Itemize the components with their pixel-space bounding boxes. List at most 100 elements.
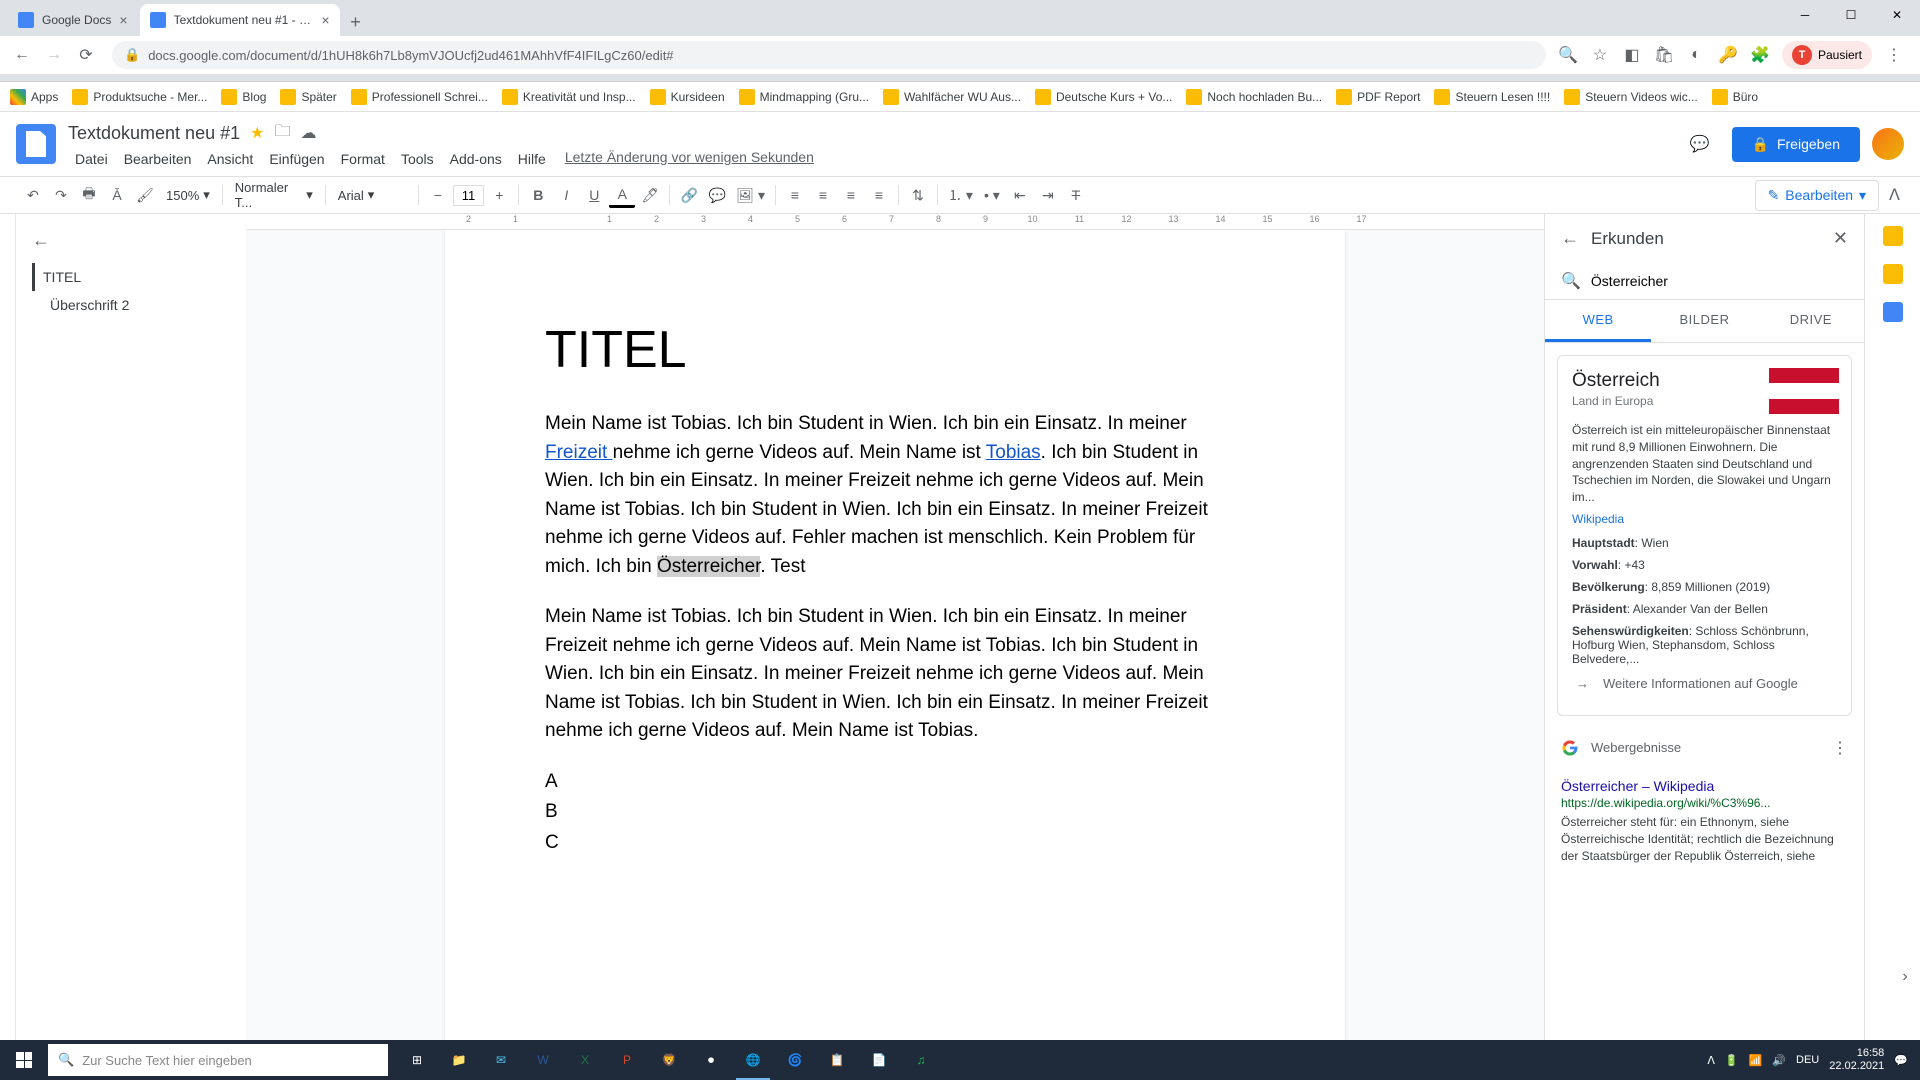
share-button[interactable]: 🔒 Freigeben [1732, 127, 1860, 162]
bookmark-item[interactable]: Steuern Lesen !!!! [1434, 89, 1550, 105]
extension-icon[interactable]: 🛍 [1654, 45, 1674, 65]
paragraph[interactable]: Mein Name ist Tobias. Ich bin Student in… [545, 410, 1245, 581]
clock[interactable]: 16:58 22.02.2021 [1829, 1047, 1884, 1073]
bookmark-item[interactable]: PDF Report [1336, 89, 1420, 105]
paragraph[interactable]: Mein Name ist Tobias. Ich bin Student in… [545, 603, 1245, 746]
obs-icon[interactable]: ⏺ [690, 1040, 732, 1080]
list-item[interactable]: B [545, 798, 1245, 827]
decrease-indent-button[interactable]: ⇤ [1007, 182, 1033, 208]
tab-images[interactable]: BILDER [1651, 300, 1757, 342]
powerpoint-icon[interactable]: P [606, 1040, 648, 1080]
explore-close-button[interactable]: ✕ [1833, 228, 1848, 249]
bookmark-item[interactable]: Noch hochladen Bu... [1186, 89, 1322, 105]
last-edit-text[interactable]: Letzte Änderung vor wenigen Sekunden [565, 149, 814, 169]
browser-tab[interactable]: Google Docs × [8, 4, 138, 36]
new-tab-button[interactable]: + [342, 8, 370, 36]
volume-icon[interactable]: 🔊 [1772, 1054, 1786, 1067]
zoom-select[interactable]: 150% ▾ [160, 187, 216, 203]
extension-icon[interactable]: ◧ [1622, 45, 1642, 65]
app-icon[interactable]: 🦁 [648, 1040, 690, 1080]
calendar-app-icon[interactable] [1883, 226, 1903, 246]
excel-icon[interactable]: X [564, 1040, 606, 1080]
more-info-link[interactable]: → Weitere Informationen auf Google [1572, 666, 1837, 701]
windows-search-input[interactable]: 🔍 Zur Suche Text hier eingeben [48, 1044, 388, 1076]
reload-button[interactable]: ⟳ [72, 41, 100, 69]
print-button[interactable]: 🖶 [76, 182, 102, 208]
search-result[interactable]: Österreicher – Wikipedia https://de.wiki… [1557, 768, 1852, 874]
font-size-increase[interactable]: + [486, 182, 512, 208]
bookmark-item[interactable]: Produktsuche - Mer... [72, 89, 207, 105]
tab-web[interactable]: WEB [1545, 300, 1651, 342]
style-select[interactable]: Normaler T... ▾ [229, 180, 319, 210]
bookmark-item[interactable]: Deutsche Kurs + Vo... [1035, 89, 1172, 105]
underline-button[interactable]: U [581, 182, 607, 208]
add-app-button[interactable]: + [1886, 340, 1900, 354]
text-color-button[interactable]: A [609, 182, 635, 208]
align-right-button[interactable]: ≡ [838, 182, 864, 208]
redo-button[interactable]: ↷ [48, 182, 74, 208]
url-input[interactable]: 🔒 docs.google.com/document/d/1hUH8k6h7Lb… [112, 41, 1546, 69]
user-avatar[interactable] [1872, 128, 1904, 160]
menu-addons[interactable]: Add-ons [443, 149, 509, 169]
bookmark-item[interactable]: Kursideen [650, 89, 725, 105]
forward-button[interactable]: → [40, 41, 68, 69]
undo-button[interactable]: ↶ [20, 182, 46, 208]
menu-edit[interactable]: Bearbeiten [117, 149, 199, 169]
italic-button[interactable]: I [553, 182, 579, 208]
battery-icon[interactable]: 🔋 [1725, 1054, 1739, 1067]
task-view-button[interactable]: ⊞ [396, 1040, 438, 1080]
mail-icon[interactable]: ✉ [480, 1040, 522, 1080]
collapse-toolbar-button[interactable]: ᐱ [1889, 185, 1900, 205]
language-indicator[interactable]: DEU [1796, 1054, 1819, 1066]
bookmark-item[interactable]: Blog [221, 89, 266, 105]
bookmark-item[interactable]: Mindmapping (Gru... [739, 89, 869, 105]
edge-icon[interactable]: 🌀 [774, 1040, 816, 1080]
word-icon[interactable]: W [522, 1040, 564, 1080]
profile-badge[interactable]: T Pausiert [1782, 41, 1872, 69]
close-window-button[interactable]: ✕ [1874, 0, 1920, 30]
bookmark-item[interactable]: Büro [1712, 89, 1758, 105]
numbered-list-button[interactable]: ⒈ ▾ [944, 182, 977, 208]
menu-view[interactable]: Ansicht [200, 149, 260, 169]
menu-tools[interactable]: Tools [394, 149, 441, 169]
docs-logo[interactable] [16, 124, 56, 164]
browser-tab-active[interactable]: Textdokument neu #1 - Google × [140, 4, 340, 36]
more-menu-icon[interactable]: ⋮ [1832, 738, 1848, 758]
minimize-button[interactable]: ─ [1782, 0, 1828, 30]
extensions-button[interactable]: 🧩 [1750, 45, 1770, 65]
notifications-icon[interactable]: 💬 [1894, 1054, 1908, 1067]
menu-insert[interactable]: Einfügen [262, 149, 331, 169]
side-expand-button[interactable]: › [1890, 962, 1920, 992]
font-size-decrease[interactable]: − [425, 182, 451, 208]
bullet-list-button[interactable]: • ▾ [979, 182, 1005, 208]
cloud-icon[interactable]: ☁ [300, 123, 316, 143]
highlight-button[interactable]: 🖊 [637, 182, 663, 208]
spellcheck-button[interactable]: Ǎ [104, 182, 130, 208]
document-title[interactable]: Textdokument neu #1 [68, 123, 240, 144]
align-justify-button[interactable]: ≡ [866, 182, 892, 208]
bookmark-apps[interactable]: Apps [10, 89, 58, 105]
explore-back-button[interactable]: ← [1561, 228, 1579, 249]
document-canvas[interactable]: 2 1 1 2 3 4 5 6 7 8 9 10 11 12 13 14 15 … [246, 214, 1544, 1040]
tab-drive[interactable]: DRIVE [1758, 300, 1864, 342]
app-icon[interactable]: 📄 [858, 1040, 900, 1080]
horizontal-ruler[interactable]: 2 1 1 2 3 4 5 6 7 8 9 10 11 12 13 14 15 … [246, 214, 1544, 230]
list-item[interactable]: C [545, 829, 1245, 858]
outline-back-button[interactable]: ← [32, 230, 230, 251]
outline-item[interactable]: TITEL [32, 263, 230, 291]
start-button[interactable] [0, 1040, 48, 1080]
comments-button[interactable]: 💬 [1680, 124, 1720, 164]
bold-button[interactable]: B [525, 182, 551, 208]
document-heading[interactable]: TITEL [545, 320, 1245, 380]
explore-search-input[interactable] [1591, 273, 1848, 289]
back-button[interactable]: ← [8, 41, 36, 69]
menu-help[interactable]: Hilfe [511, 149, 553, 169]
app-icon[interactable]: 📋 [816, 1040, 858, 1080]
outline-item[interactable]: Überschrift 2 [32, 291, 230, 319]
star-icon[interactable]: ☆ [1590, 45, 1610, 65]
wikipedia-link[interactable]: Wikipedia [1572, 512, 1624, 526]
document-page[interactable]: TITEL Mein Name ist Tobias. Ich bin Stud… [445, 230, 1345, 1040]
bookmark-item[interactable]: Kreativität und Insp... [502, 89, 636, 105]
bookmark-item[interactable]: Steuern Videos wic... [1564, 89, 1698, 105]
menu-format[interactable]: Format [334, 149, 392, 169]
